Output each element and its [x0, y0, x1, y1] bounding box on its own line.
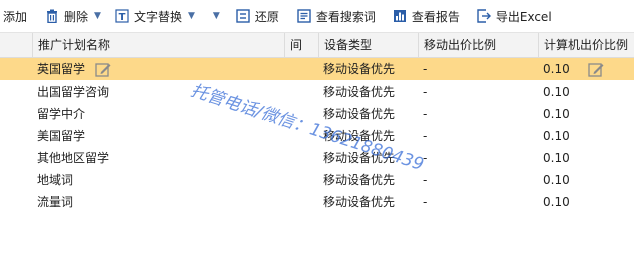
- column-header-device[interactable]: 设备类型: [318, 33, 418, 57]
- cell-mobile-ratio: -: [423, 129, 428, 143]
- cell-mobile-ratio: -: [423, 62, 428, 76]
- view-search-terms-button[interactable]: 查看搜索词: [297, 0, 376, 32]
- table-row[interactable]: 留学中介 移动设备优先 - 0.10: [0, 103, 634, 125]
- search-terms-icon: [297, 9, 311, 23]
- restore-icon: [236, 9, 250, 23]
- replace-text-label: 文字替换: [133, 9, 182, 24]
- report-label: 查看报告: [411, 9, 460, 24]
- column-header-select: [0, 33, 32, 57]
- replace-text-button[interactable]: T 文字替换 ▼: [115, 0, 195, 32]
- cell-name: 美国留学: [37, 129, 86, 143]
- cell-device: 移动设备优先: [323, 85, 396, 99]
- chevron-down-icon[interactable]: ▼: [94, 11, 101, 21]
- restore-button[interactable]: 还原: [236, 0, 279, 32]
- cell-pc-ratio: 0.10: [538, 58, 634, 80]
- chevron-down-icon[interactable]: ▼: [188, 11, 195, 21]
- cell-mobile-ratio: -: [423, 107, 428, 121]
- cell-name: 英国留学: [32, 58, 284, 80]
- delete-button[interactable]: 删除 ▼: [45, 0, 101, 32]
- cell-pc-ratio: 0.10: [543, 173, 570, 187]
- cell-pc-ratio: 0.10: [543, 107, 570, 121]
- table-row[interactable]: 美国留学 移动设备优先 - 0.10: [0, 125, 634, 147]
- view-report-button[interactable]: 查看报告: [393, 0, 460, 32]
- table-row[interactable]: 出国留学咨询 移动设备优先 - 0.10: [0, 81, 634, 103]
- cell-device: 移动设备优先: [323, 151, 396, 165]
- search-terms-label: 查看搜索词: [315, 9, 376, 24]
- text-replace-icon: T: [115, 9, 129, 23]
- export-icon: [477, 9, 491, 23]
- cell-name: 其他地区留学: [37, 151, 110, 165]
- cell-mobile-ratio: -: [423, 173, 428, 187]
- export-label: 导出Excel: [495, 9, 552, 24]
- table-row[interactable]: 流量词 移动设备优先 - 0.10: [0, 191, 634, 213]
- cell-device: 移动设备优先: [323, 195, 396, 209]
- cell-device: 移动设备优先: [323, 173, 396, 187]
- edit-icon[interactable]: [587, 62, 604, 78]
- cell-mobile-ratio: -: [423, 195, 428, 209]
- column-header-time[interactable]: 间: [284, 33, 318, 57]
- cell-name: 留学中介: [37, 107, 86, 121]
- cell-name: 地域词: [37, 173, 74, 187]
- campaign-name: 英国留学: [37, 62, 86, 76]
- cell-pc-ratio: 0.10: [543, 151, 570, 165]
- add-button[interactable]: 添加: [3, 0, 27, 32]
- add-label: 添加: [3, 9, 28, 24]
- export-excel-button[interactable]: 导出Excel: [477, 0, 552, 32]
- cell-name: 出国留学咨询: [37, 85, 110, 99]
- cell-device: 移动设备优先: [323, 62, 396, 76]
- more-dropdown[interactable]: ▼: [207, 0, 220, 32]
- cell-name: 流量词: [37, 195, 74, 209]
- bar-chart-icon: [393, 10, 406, 22]
- cell-mobile-ratio: -: [423, 151, 428, 165]
- pc-ratio-value: 0.10: [543, 62, 570, 76]
- table-row[interactable]: 英国留学 移动设备优先 - 0.10: [0, 58, 634, 80]
- cell-mobile-ratio: -: [423, 85, 428, 99]
- cell-device: 移动设备优先: [323, 129, 396, 143]
- column-header-pc-ratio[interactable]: 计算机出价比例: [538, 33, 634, 57]
- table-header: 推广计划名称 间 设备类型 移动出价比例 计算机出价比例: [0, 33, 634, 58]
- delete-label: 删除: [64, 9, 89, 24]
- svg-text:T: T: [119, 12, 126, 23]
- chevron-down-icon[interactable]: ▼: [213, 11, 220, 21]
- edit-icon[interactable]: [95, 62, 111, 78]
- cell-pc-ratio: 0.10: [543, 129, 570, 143]
- toolbar: 添加 删除 ▼ T 文字替换 ▼ ▼ 还原 查看搜索词 查看报告 导出Excel: [0, 0, 634, 33]
- cell-pc-ratio: 0.10: [543, 195, 570, 209]
- table-row[interactable]: 地域词 移动设备优先 - 0.10: [0, 169, 634, 191]
- cell-pc-ratio: 0.10: [543, 85, 570, 99]
- column-header-name[interactable]: 推广计划名称: [32, 33, 284, 57]
- column-header-mobile-ratio[interactable]: 移动出价比例: [418, 33, 538, 57]
- restore-label: 还原: [254, 9, 279, 24]
- cell-device: 移动设备优先: [323, 107, 396, 121]
- table-row[interactable]: 其他地区留学 移动设备优先 - 0.10: [0, 147, 634, 169]
- trash-icon: [47, 9, 58, 23]
